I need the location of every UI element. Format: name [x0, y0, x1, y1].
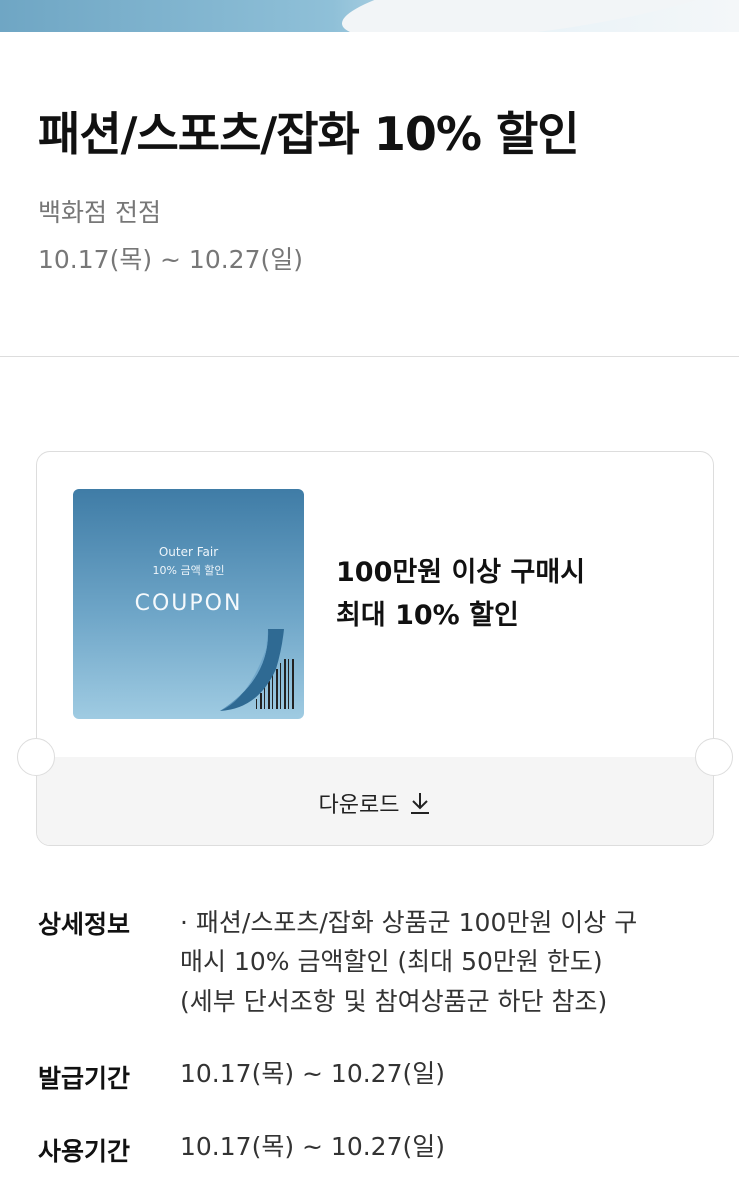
- section-divider: [0, 356, 739, 357]
- issue-period-value: 10.17(목) ~ 10.27(일): [180, 1059, 445, 1088]
- detail-info-label: 상세정보: [38, 910, 131, 939]
- detail-info-line-2: 매시 10% 금액할인 (최대 50만원 한도): [180, 947, 603, 976]
- download-button[interactable]: 다운로드: [36, 760, 714, 846]
- issue-period-label: 발급기간: [38, 1064, 131, 1093]
- coupon-image-subtitle: 10% 금액 할인: [152, 564, 225, 577]
- top-banner-image: [0, 0, 739, 32]
- event-period: 10.17(목) ~ 10.27(일): [38, 245, 303, 274]
- event-location: 백화점 전점: [38, 198, 161, 227]
- use-period-label: 사용기간: [38, 1137, 131, 1166]
- coupon-image-label: COUPON: [134, 591, 243, 616]
- download-label: 다운로드: [318, 793, 400, 818]
- coupon-discount: 최대 10% 할인: [336, 600, 519, 631]
- coupon-event-page: 패션/스포츠/잡화 10% 할인 백화점 전점 10.17(목) ~ 10.27…: [0, 0, 739, 1200]
- detail-info-line-1: · 패션/스포츠/잡화 상품군 100만원 이상 구: [180, 908, 638, 937]
- event-title: 패션/스포츠/잡화 10% 할인: [38, 107, 580, 161]
- use-period-value: 10.17(목) ~ 10.27(일): [180, 1132, 445, 1161]
- coupon-condition: 100만원 이상 구매시: [336, 557, 586, 588]
- coupon-image-title: Outer Fair: [158, 545, 219, 559]
- detail-info-line-3: (세부 단서조항 및 참여상품군 하단 참조): [180, 987, 608, 1016]
- download-arrow-icon: [411, 793, 430, 814]
- coupon-image: Outer Fair 10% 금액 할인 COUPON: [73, 489, 304, 719]
- barcode-icon: [220, 629, 294, 711]
